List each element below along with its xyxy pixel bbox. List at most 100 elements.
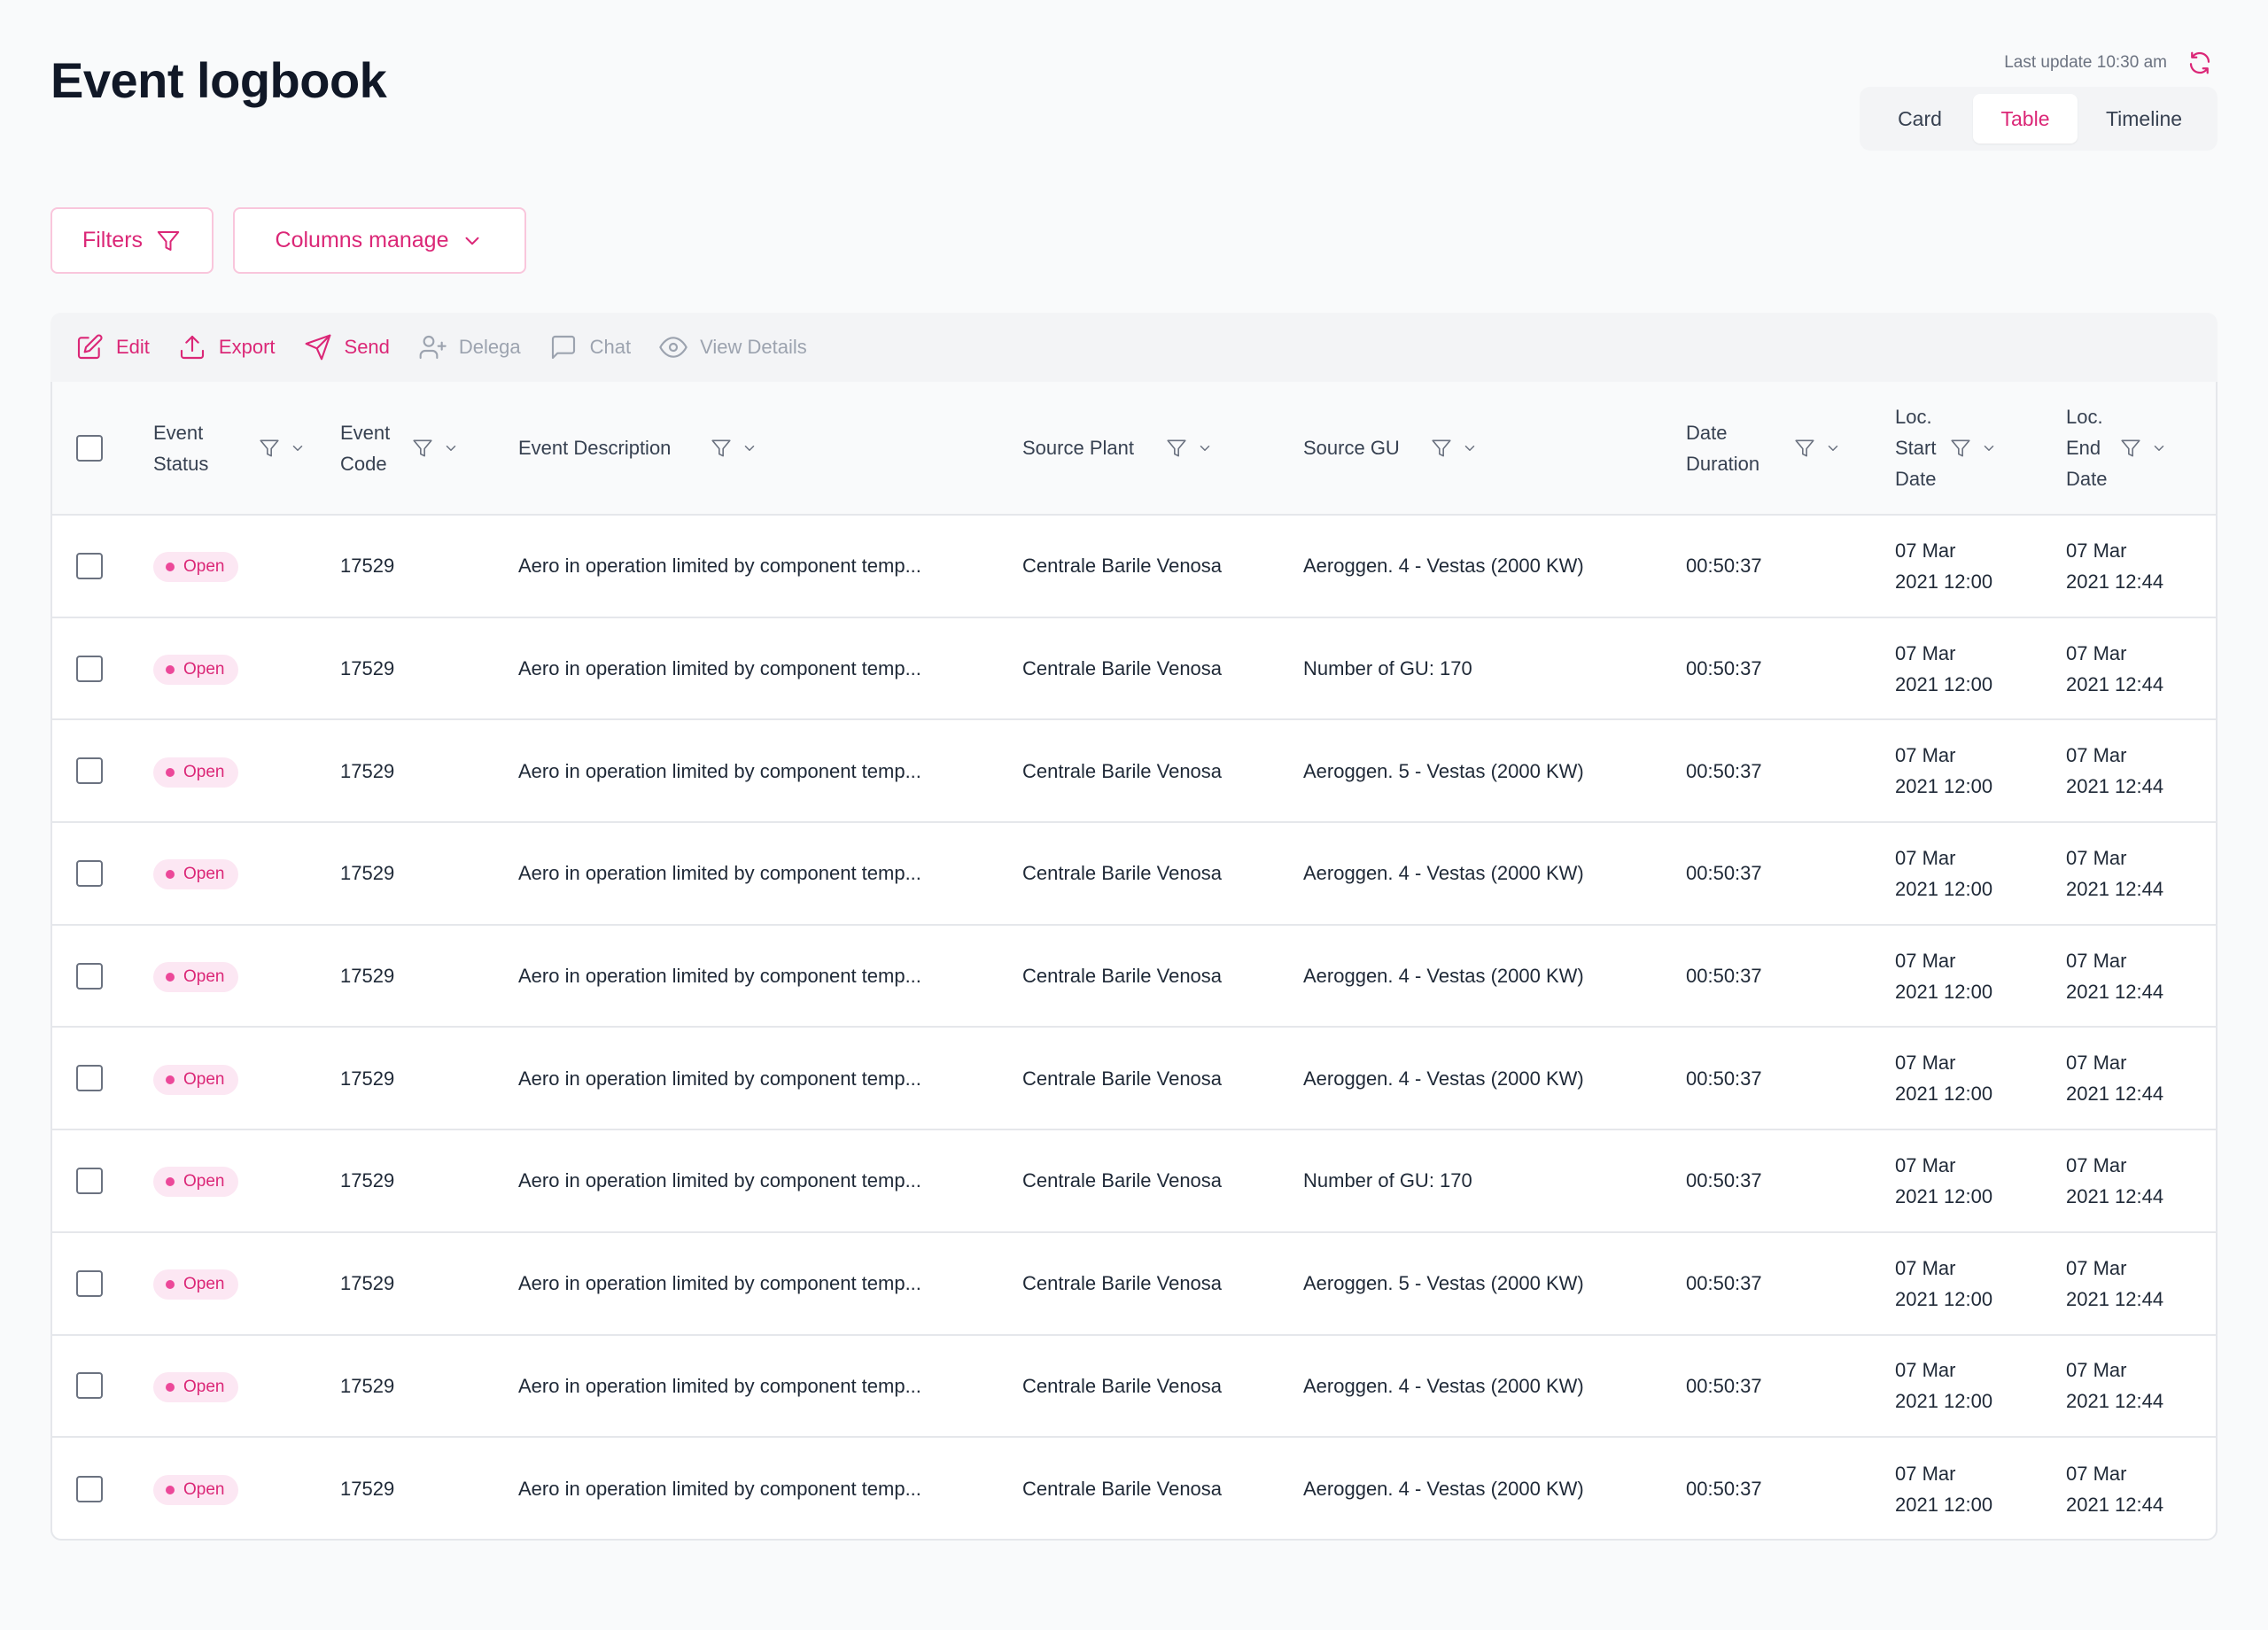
- source-plant: Centrale Barile Venosa: [1022, 1272, 1223, 1295]
- column-header[interactable]: Loc. End Date: [2066, 382, 2216, 516]
- filter-icon[interactable]: [411, 437, 434, 460]
- column-header[interactable]: Source GU: [1303, 382, 1686, 516]
- row-checkbox[interactable]: [76, 655, 103, 682]
- table-row[interactable]: Open 17529 Aero in operation limited by co…: [52, 822, 2216, 925]
- column-header[interactable]: Event Status: [153, 382, 340, 516]
- filter-icon: [157, 230, 180, 251]
- columns-manage-button[interactable]: Columns manage: [233, 207, 526, 274]
- view-timeline-tab[interactable]: Timeline: [2078, 94, 2210, 144]
- row-checkbox[interactable]: [76, 757, 103, 785]
- source-gu: Aeroggen. 4 - Vestas (2000 KW): [1303, 1067, 1584, 1090]
- date-line: 2021 12:44: [2066, 1493, 2164, 1516]
- source-gu: Aeroggen. 5 - Vestas (2000 KW): [1303, 759, 1584, 782]
- column-header[interactable]: Date Duration: [1686, 382, 1895, 516]
- send-button[interactable]: Send: [304, 333, 390, 361]
- event-description: Aero in operation limited by component t…: [518, 862, 921, 885]
- source-plant: Centrale Barile Venosa: [1022, 555, 1223, 578]
- chat-button[interactable]: Chat: [549, 333, 631, 361]
- chevron-down-icon: [465, 237, 479, 244]
- table-row[interactable]: Open 17529 Aero in operation limited by co…: [52, 719, 2216, 823]
- export-button[interactable]: Export: [178, 333, 276, 361]
- view-card-tab[interactable]: Card: [1867, 94, 1973, 144]
- filter-icon[interactable]: [1165, 437, 1188, 460]
- status-badge: Open: [153, 962, 239, 993]
- row-checkbox[interactable]: [76, 962, 103, 990]
- filter-icon[interactable]: [1949, 437, 1972, 460]
- column-header-text: End: [2066, 437, 2101, 459]
- column-header-text: Date: [2066, 468, 2108, 490]
- table-row[interactable]: Open 17529 Aero in operation limited by co…: [52, 1129, 2216, 1232]
- filter-icon[interactable]: [1430, 437, 1453, 460]
- status-dot: [166, 1177, 175, 1187]
- filter-icon[interactable]: [1793, 437, 1816, 460]
- source-plant: Centrale Barile Venosa: [1022, 1067, 1223, 1090]
- status-badge: Open: [153, 655, 239, 686]
- source-plant: Centrale Barile Venosa: [1022, 657, 1223, 680]
- chevron-down-icon[interactable]: [2151, 440, 2167, 456]
- row-checkbox[interactable]: [76, 1372, 103, 1400]
- loc-end-date: 07 Mar 2021 12:44: [2066, 1232, 2216, 1335]
- table-row[interactable]: Open 17529 Aero in operation limited by co…: [52, 617, 2216, 720]
- chevron-down-icon[interactable]: [1197, 440, 1213, 456]
- date-line: 2021 12:00: [1895, 980, 1993, 1003]
- chevron-down-icon[interactable]: [1825, 440, 1841, 456]
- chevron-down-icon[interactable]: [443, 440, 459, 456]
- refresh-icon[interactable]: [2186, 50, 2213, 76]
- date-line: 2021 12:44: [2066, 672, 2164, 695]
- column-header[interactable]: Event Description: [518, 382, 1022, 516]
- view-details-button[interactable]: View Details: [659, 333, 807, 361]
- filters-label: Filters: [82, 228, 144, 252]
- row-checkbox[interactable]: [76, 1065, 103, 1092]
- loc-start-date: 07 Mar 2021 12:00: [1895, 822, 2066, 925]
- row-checkbox[interactable]: [76, 1269, 103, 1297]
- row-checkbox[interactable]: [76, 1167, 103, 1194]
- table-row[interactable]: Open 17529 Aero in operation limited by co…: [52, 1335, 2216, 1438]
- filters-button[interactable]: Filters: [50, 207, 214, 274]
- edit-button[interactable]: Edit: [75, 333, 150, 361]
- date-line: 07 Mar: [2066, 1052, 2127, 1075]
- loc-start-date: 07 Mar 2021 12:00: [1895, 1129, 2066, 1232]
- loc-start-date: 07 Mar 2021 12:00: [1895, 1232, 2066, 1335]
- table-row[interactable]: Open 17529 Aero in operation limited by co…: [52, 515, 2216, 617]
- chevron-down-icon[interactable]: [1462, 440, 1478, 456]
- chevron-down-icon[interactable]: [742, 440, 757, 456]
- status-badge: Open: [153, 1371, 239, 1402]
- chevron-down-icon[interactable]: [290, 440, 306, 456]
- row-checkbox[interactable]: [76, 552, 103, 579]
- column-header[interactable]: Source Plant: [1022, 382, 1303, 516]
- column-header-label: Source GU: [1303, 432, 1400, 463]
- chevron-down-icon[interactable]: [1981, 440, 1997, 456]
- column-header[interactable]: Loc. Start Date: [1895, 382, 2066, 516]
- table-row[interactable]: Open 17529 Aero in operation limited by co…: [52, 925, 2216, 1028]
- date-duration: 00:50:37: [1686, 1374, 1762, 1397]
- table-row[interactable]: Open 17529 Aero in operation limited by co…: [52, 1027, 2216, 1130]
- row-checkbox[interactable]: [76, 859, 103, 887]
- column-header-text: Code: [340, 452, 387, 475]
- date-line: 07 Mar: [1895, 744, 1956, 767]
- date-line: 07 Mar: [1895, 1359, 1956, 1382]
- date-line: 2021 12:44: [2066, 1083, 2164, 1106]
- source-gu: Aeroggen. 4 - Vestas (2000 KW): [1303, 965, 1584, 988]
- select-all-checkbox[interactable]: [76, 434, 103, 462]
- event-description: Aero in operation limited by component t…: [518, 965, 921, 988]
- delega-button[interactable]: Delega: [418, 333, 521, 361]
- filter-icon[interactable]: [2119, 437, 2142, 460]
- event-code: 17529: [340, 555, 395, 578]
- filter-icon[interactable]: [710, 437, 733, 460]
- table-row[interactable]: Open 17529 Aero in operation limited by co…: [52, 1232, 2216, 1335]
- date-line: 2021 12:00: [1895, 1083, 1993, 1106]
- column-header[interactable]: Event Code: [340, 382, 518, 516]
- row-checkbox[interactable]: [76, 1475, 103, 1502]
- loc-start-date: 07 Mar 2021 12:00: [1895, 617, 2066, 720]
- column-header-text: Start: [1895, 437, 1937, 459]
- upload-icon: [180, 335, 204, 360]
- view-table-tab[interactable]: Table: [1973, 94, 2078, 144]
- status-dot: [166, 563, 175, 572]
- loc-end-date: 07 Mar 2021 12:44: [2066, 1129, 2216, 1232]
- table-row[interactable]: Open 17529 Aero in operation limited by co…: [52, 1437, 2216, 1539]
- chat-icon: [551, 335, 575, 360]
- date-line: 07 Mar: [2066, 1153, 2127, 1176]
- loc-end-date: 07 Mar 2021 12:44: [2066, 925, 2216, 1028]
- table-body: Open 17529 Aero in operation limited by co…: [52, 515, 2216, 1539]
- filter-icon[interactable]: [258, 437, 281, 460]
